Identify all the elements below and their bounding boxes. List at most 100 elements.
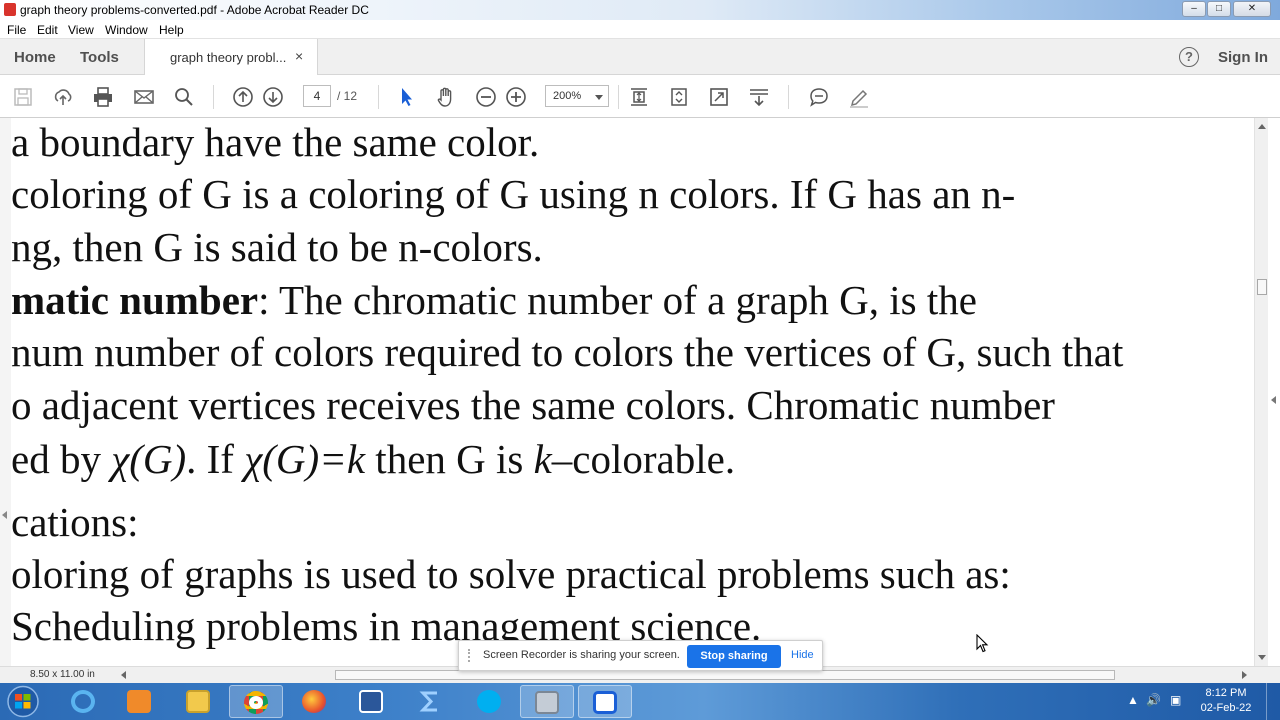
menu-help[interactable]: Help <box>159 23 184 37</box>
doc-line-4-text: : The chromatic number of a graph G, is … <box>258 277 977 323</box>
zoom-value: 200% <box>553 90 582 102</box>
window-title: graph theory problems-converted.pdf - Ad… <box>20 3 369 17</box>
doc-line-6: o adjacent vertices receives the same co… <box>11 382 1055 428</box>
right-panel-arrow-icon[interactable] <box>1271 396 1276 404</box>
search-icon[interactable] <box>173 86 195 108</box>
mail-icon[interactable] <box>133 86 155 108</box>
tab-row: Home Tools graph theory probl... × ? Sig… <box>0 39 1280 75</box>
doc-line-7-part-3: then G is <box>365 436 534 482</box>
acrobat-icon <box>4 3 16 16</box>
page-up-icon[interactable] <box>232 86 254 108</box>
acrobat-window: graph theory problems-converted.pdf - Ad… <box>0 0 1280 720</box>
page-number-input[interactable]: 4 <box>303 85 331 107</box>
document-tab-label: graph theory probl... <box>170 50 287 65</box>
k-minus-formula: k– <box>533 436 573 482</box>
zoom-out-icon[interactable] <box>475 86 497 108</box>
scroll-right-icon[interactable] <box>1242 671 1247 679</box>
media-player-icon[interactable] <box>113 685 167 718</box>
horizontal-scroll-thumb[interactable] <box>335 670 1115 680</box>
doc-line-7-part-1: ed by <box>11 436 112 482</box>
maximize-button[interactable]: □ <box>1207 1 1231 17</box>
scroll-left-icon[interactable] <box>121 671 126 679</box>
stop-sharing-button[interactable]: Stop sharing <box>687 645 781 668</box>
document-tab[interactable]: graph theory probl... × <box>144 39 318 75</box>
scroll-down-icon[interactable] <box>1258 655 1266 660</box>
close-window-button[interactable]: ✕ <box>1233 1 1271 17</box>
screen-sharing-banner: Screen Recorder is sharing your screen. … <box>458 640 823 671</box>
internet-explorer-icon[interactable] <box>57 685 111 718</box>
network-icon[interactable]: ▣ <box>1170 693 1181 707</box>
sign-pen-icon[interactable] <box>848 86 870 108</box>
doc-line-7-part-2: . If <box>186 436 245 482</box>
screen-capture-icon[interactable] <box>520 685 574 718</box>
close-tab-icon[interactable]: × <box>295 48 303 64</box>
full-screen-icon[interactable] <box>708 86 730 108</box>
help-icon[interactable]: ? <box>1179 47 1199 67</box>
vertical-scrollbar[interactable] <box>1254 118 1268 666</box>
recorder-icon[interactable] <box>578 685 632 718</box>
save-icon[interactable] <box>12 86 34 108</box>
menu-file[interactable]: File <box>7 23 26 37</box>
doc-line-1: a boundary have the same color. <box>11 119 540 165</box>
title-bar: graph theory problems-converted.pdf - Ad… <box>0 0 1280 20</box>
fit-page-icon[interactable] <box>628 86 650 108</box>
toolbar-divider <box>213 85 214 109</box>
scroll-up-icon[interactable] <box>1258 124 1266 129</box>
clock-time: 8:12 PM <box>1205 687 1247 699</box>
doc-line-2: coloring of G is a coloring of G using n… <box>11 171 1016 217</box>
chevron-down-icon <box>595 95 603 100</box>
hand-icon[interactable] <box>435 86 457 108</box>
doc-line-7: ed by χ(G). If χ(G)=k then G is k–colora… <box>11 435 735 483</box>
skype-icon[interactable] <box>463 685 517 718</box>
doc-line-3: ng, then G is said to be n-colors. <box>11 224 543 270</box>
start-button[interactable] <box>3 684 43 719</box>
clock-date: 02-Feb-22 <box>1200 702 1252 714</box>
show-desktop-button[interactable] <box>1266 683 1280 720</box>
toolbar-divider <box>618 85 619 109</box>
left-panel-arrow-icon[interactable] <box>2 511 7 519</box>
minimize-button[interactable]: – <box>1182 1 1206 17</box>
sharing-message: Screen Recorder is sharing your screen. <box>483 649 680 661</box>
doc-line-7-part-4: colorable. <box>572 436 736 482</box>
read-mode-icon[interactable] <box>748 86 770 108</box>
zoom-in-icon[interactable] <box>505 86 527 108</box>
page-total: / 12 <box>337 89 358 103</box>
chi-equals-k-formula: χ(G)=k <box>244 436 366 482</box>
windows-taskbar: ▲ 🔊 ▣ 8:12 PM 02-Feb-22 <box>0 683 1280 720</box>
page-size-label: 8.50 x 11.00 in <box>30 669 95 680</box>
toolbar-divider <box>378 85 379 109</box>
volume-icon[interactable]: 🔊 <box>1146 693 1161 707</box>
system-clock[interactable]: 8:12 PM 02-Feb-22 <box>1196 686 1256 716</box>
rotate-icon[interactable] <box>668 86 690 108</box>
firefox-icon[interactable] <box>288 685 342 718</box>
doc-line-8: cations: <box>11 499 139 545</box>
doc-line-4: matic number: The chromatic number of a … <box>11 276 977 324</box>
toolbar-divider <box>788 85 789 109</box>
comment-icon[interactable] <box>808 86 830 108</box>
sigma-app-icon[interactable] <box>404 685 458 718</box>
drag-grip-icon[interactable] <box>468 649 474 662</box>
nav-tools[interactable]: Tools <box>80 49 119 66</box>
select-arrow-icon[interactable] <box>395 86 417 108</box>
file-explorer-icon[interactable] <box>172 685 226 718</box>
left-panel-strip[interactable] <box>0 118 11 666</box>
upload-icon[interactable] <box>52 86 74 108</box>
sign-in-button[interactable]: Sign In <box>1218 49 1268 66</box>
menu-window[interactable]: Window <box>105 23 148 37</box>
menu-view[interactable]: View <box>68 23 94 37</box>
chrome-icon[interactable] <box>229 685 283 718</box>
nav-home[interactable]: Home <box>14 49 56 66</box>
term-chromatic-number: matic number <box>11 277 259 323</box>
word-icon[interactable] <box>345 685 399 718</box>
tray-expand-icon[interactable]: ▲ <box>1127 693 1139 707</box>
doc-line-5: num number of colors required to colors … <box>11 329 1124 375</box>
doc-line-9: oloring of graphs is used to solve pract… <box>11 551 1011 597</box>
zoom-dropdown[interactable]: 200% <box>545 85 609 107</box>
hide-banner-link[interactable]: Hide <box>791 649 814 661</box>
menu-edit[interactable]: Edit <box>37 23 58 37</box>
scroll-thumb[interactable] <box>1257 279 1267 295</box>
menu-bar: File Edit View Window Help <box>0 20 1280 39</box>
mouse-cursor-icon <box>976 634 989 653</box>
page-down-icon[interactable] <box>262 86 284 108</box>
print-icon[interactable] <box>92 86 114 108</box>
